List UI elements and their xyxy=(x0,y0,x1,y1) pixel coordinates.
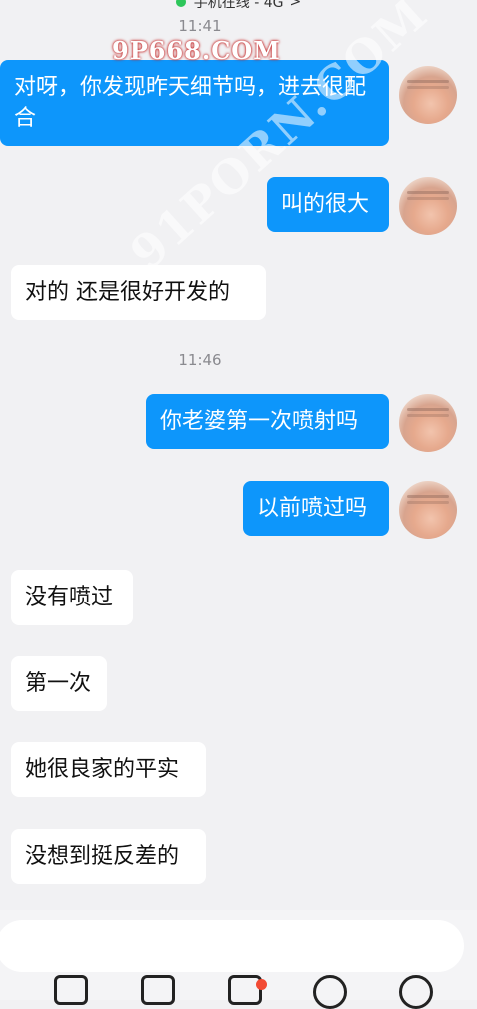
image-icon[interactable] xyxy=(54,975,88,1005)
timestamp: 11:46 xyxy=(178,351,222,369)
avatar[interactable] xyxy=(399,177,457,235)
online-status-text: 手机在线 - 4G xyxy=(193,0,284,11)
avatar[interactable] xyxy=(399,481,457,539)
message-bubble-incoming[interactable]: 她很良家的平实 xyxy=(11,742,206,797)
photo-icon[interactable] xyxy=(141,975,175,1005)
message-bubble-incoming[interactable]: 第一次 xyxy=(11,656,107,711)
message-input[interactable] xyxy=(0,920,464,972)
message-bubble-outgoing[interactable]: 以前喷过吗 xyxy=(243,481,389,536)
watermark-logo: 9P668.COM xyxy=(112,36,281,65)
online-dot-icon xyxy=(175,0,186,7)
message-bubble-outgoing[interactable]: 叫的很大 xyxy=(267,177,389,232)
timestamp: 11:41 xyxy=(178,17,222,35)
message-bubble-incoming[interactable]: 没想到挺反差的 xyxy=(11,829,206,884)
add-icon[interactable] xyxy=(399,975,433,1009)
chevron-right-icon: > xyxy=(289,0,302,10)
message-bubble-incoming[interactable]: 对的 还是很好开发的 xyxy=(11,265,266,320)
avatar[interactable] xyxy=(399,66,457,124)
avatar[interactable] xyxy=(399,394,457,452)
message-bubble-outgoing[interactable]: 你老婆第一次喷射吗 xyxy=(146,394,389,449)
emoji-icon[interactable] xyxy=(313,975,347,1009)
notification-dot-icon xyxy=(256,979,267,990)
message-bubble-incoming[interactable]: 没有喷过 xyxy=(11,570,133,625)
